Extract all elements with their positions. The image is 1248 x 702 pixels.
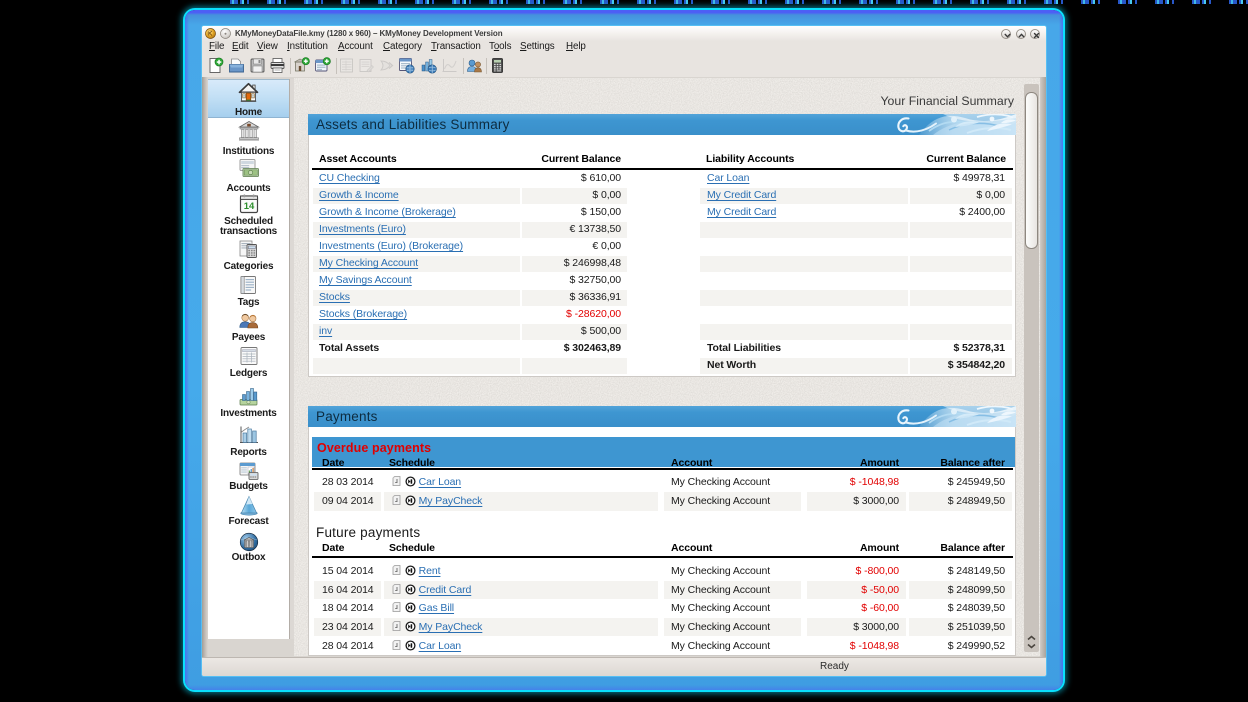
svg-text:14: 14 — [243, 201, 254, 212]
